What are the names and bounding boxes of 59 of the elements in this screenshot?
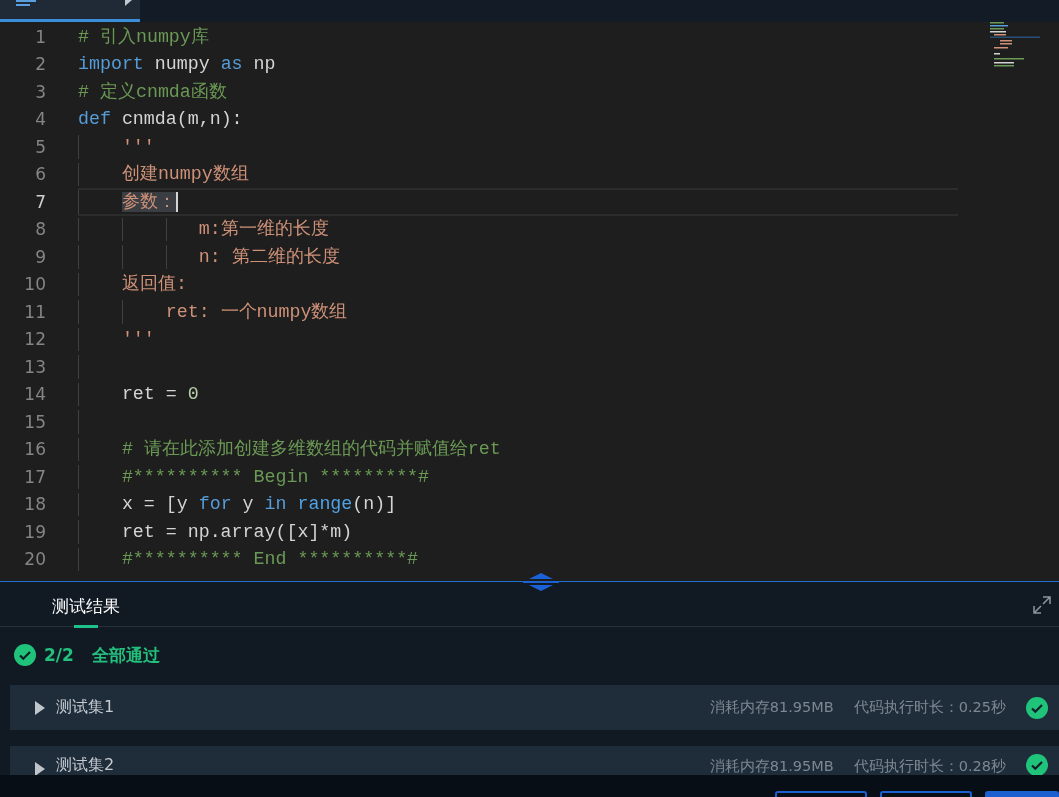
line-number: 4 [34, 109, 46, 130]
execution-time: 代码执行时长：0.25秒 [853, 698, 1006, 717]
code-line: ret = np.array([x]*m) [120, 520, 353, 543]
test-case-row[interactable]: 测试集2 消耗内存81.95MB 代码执行时长：0.28秒 [10, 746, 1059, 776]
code-line: ''' [120, 135, 155, 158]
line-number: 3 [34, 81, 46, 102]
line-number: 7 [34, 191, 46, 212]
code-line: # 定义cnmda函数 [78, 80, 227, 103]
pass-status: 全部通过 [91, 643, 160, 667]
code-line: ret: 一个numpy数组 [164, 300, 348, 323]
code-line: ret = 0 [120, 383, 199, 406]
test-case-name: 测试集1 [56, 697, 116, 718]
line-number: 17 [23, 466, 46, 487]
code-line: 返回值: [120, 273, 187, 296]
line-number: 9 [34, 246, 46, 267]
line-number: 6 [34, 164, 46, 185]
file-tab[interactable] [0, 0, 140, 22]
test-case-name: 测试集2 [56, 755, 116, 776]
code-line: #********** Begin *********# [120, 465, 430, 488]
line-number: 2 [34, 54, 46, 75]
results-tab[interactable]: 测试结果 [52, 595, 120, 626]
line-number: 12 [23, 329, 46, 350]
line-number: 8 [34, 219, 46, 240]
pass-count: 2/2 [44, 645, 74, 665]
code-line: x = [y for y in range(n)] [120, 493, 397, 516]
line-number: 20 [23, 549, 46, 570]
resize-handle-icon[interactable] [523, 572, 559, 592]
line-number: 14 [23, 384, 46, 405]
line-number: 1 [34, 26, 46, 47]
footer-button[interactable] [775, 791, 867, 797]
check-circle-icon [1026, 754, 1048, 776]
memory-usage: 消耗内存81.95MB [709, 698, 834, 717]
execution-time: 代码执行时长：0.28秒 [853, 757, 1006, 776]
footer-button[interactable] [880, 791, 972, 797]
code-line: 创建numpy数组 [120, 163, 249, 186]
line-number: 19 [23, 521, 46, 542]
line-number: 5 [34, 136, 46, 157]
caret-icon [124, 0, 134, 8]
line-number: 13 [23, 356, 46, 377]
line-number: 16 [23, 439, 46, 460]
menu-icon [16, 0, 36, 6]
line-number: 11 [23, 301, 46, 322]
line-number: 10 [23, 274, 46, 295]
minimap-drawing [990, 22, 1040, 67]
line-number: 15 [23, 411, 46, 432]
code-line: def cnmda(m,n): [78, 108, 243, 131]
code-line: import numpy as np [78, 53, 276, 76]
line-number: 18 [23, 494, 46, 515]
code-line: ''' [120, 328, 155, 351]
code-line: n: 第二维的长度 [197, 245, 340, 268]
memory-usage: 消耗内存81.95MB [709, 757, 834, 776]
code-line: m:第一维的长度 [197, 218, 329, 241]
check-circle-icon [14, 644, 36, 666]
test-case-row[interactable]: 测试集1 消耗内存81.95MB 代码执行时长：0.25秒 [10, 685, 1059, 730]
code-line: # 请在此添加创建多维数组的代码并赋值给ret [120, 438, 501, 461]
expand-icon[interactable] [1033, 596, 1051, 614]
check-circle-icon [1026, 696, 1048, 719]
code-line: # 引入numpy库 [78, 25, 209, 48]
code-line: #********** End **********# [120, 548, 419, 571]
